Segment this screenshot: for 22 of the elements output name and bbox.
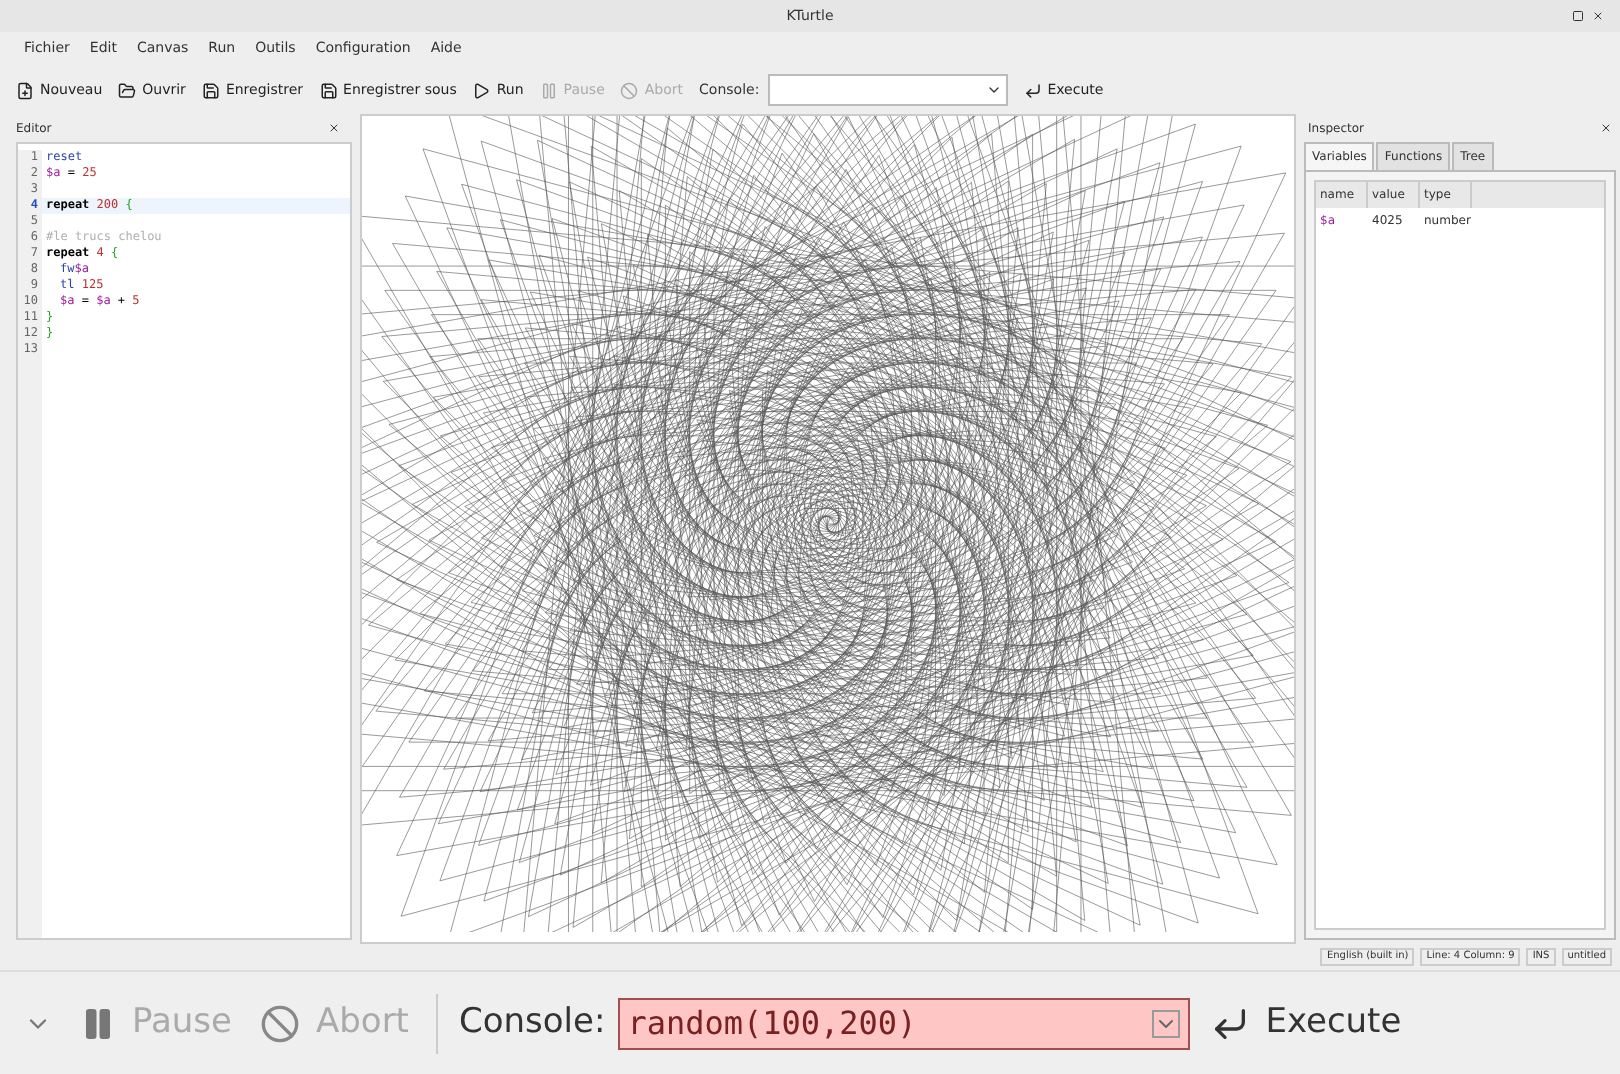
dropdown-icon — [985, 82, 1002, 98]
toolbar-icon — [201, 81, 220, 99]
execute-icon — [1209, 1003, 1250, 1043]
toolbar-icon — [118, 81, 137, 99]
dropdown-icon[interactable] — [1151, 1009, 1180, 1037]
toolbar-icon — [16, 81, 34, 99]
close-icon[interactable] — [1600, 122, 1612, 134]
toolbar-icon — [472, 81, 491, 99]
pause-icon — [80, 1005, 116, 1041]
close-icon[interactable] — [1592, 10, 1604, 22]
console-input[interactable]: random(100,200) — [617, 997, 1190, 1049]
console-value: random(100,200) — [627, 1001, 917, 1045]
console-label: Console: — [458, 999, 606, 1046]
console-field[interactable] — [767, 74, 1008, 106]
close-icon[interactable] — [328, 122, 340, 134]
toolbar-icon — [1023, 81, 1042, 99]
abort-icon — [260, 1003, 300, 1043]
toolbar-icon — [319, 81, 338, 99]
maximize-icon[interactable] — [1572, 10, 1584, 22]
toolbar-icon — [620, 81, 639, 99]
execute-button[interactable]: Execute — [1209, 997, 1402, 1049]
toolbar-icon — [539, 81, 558, 99]
